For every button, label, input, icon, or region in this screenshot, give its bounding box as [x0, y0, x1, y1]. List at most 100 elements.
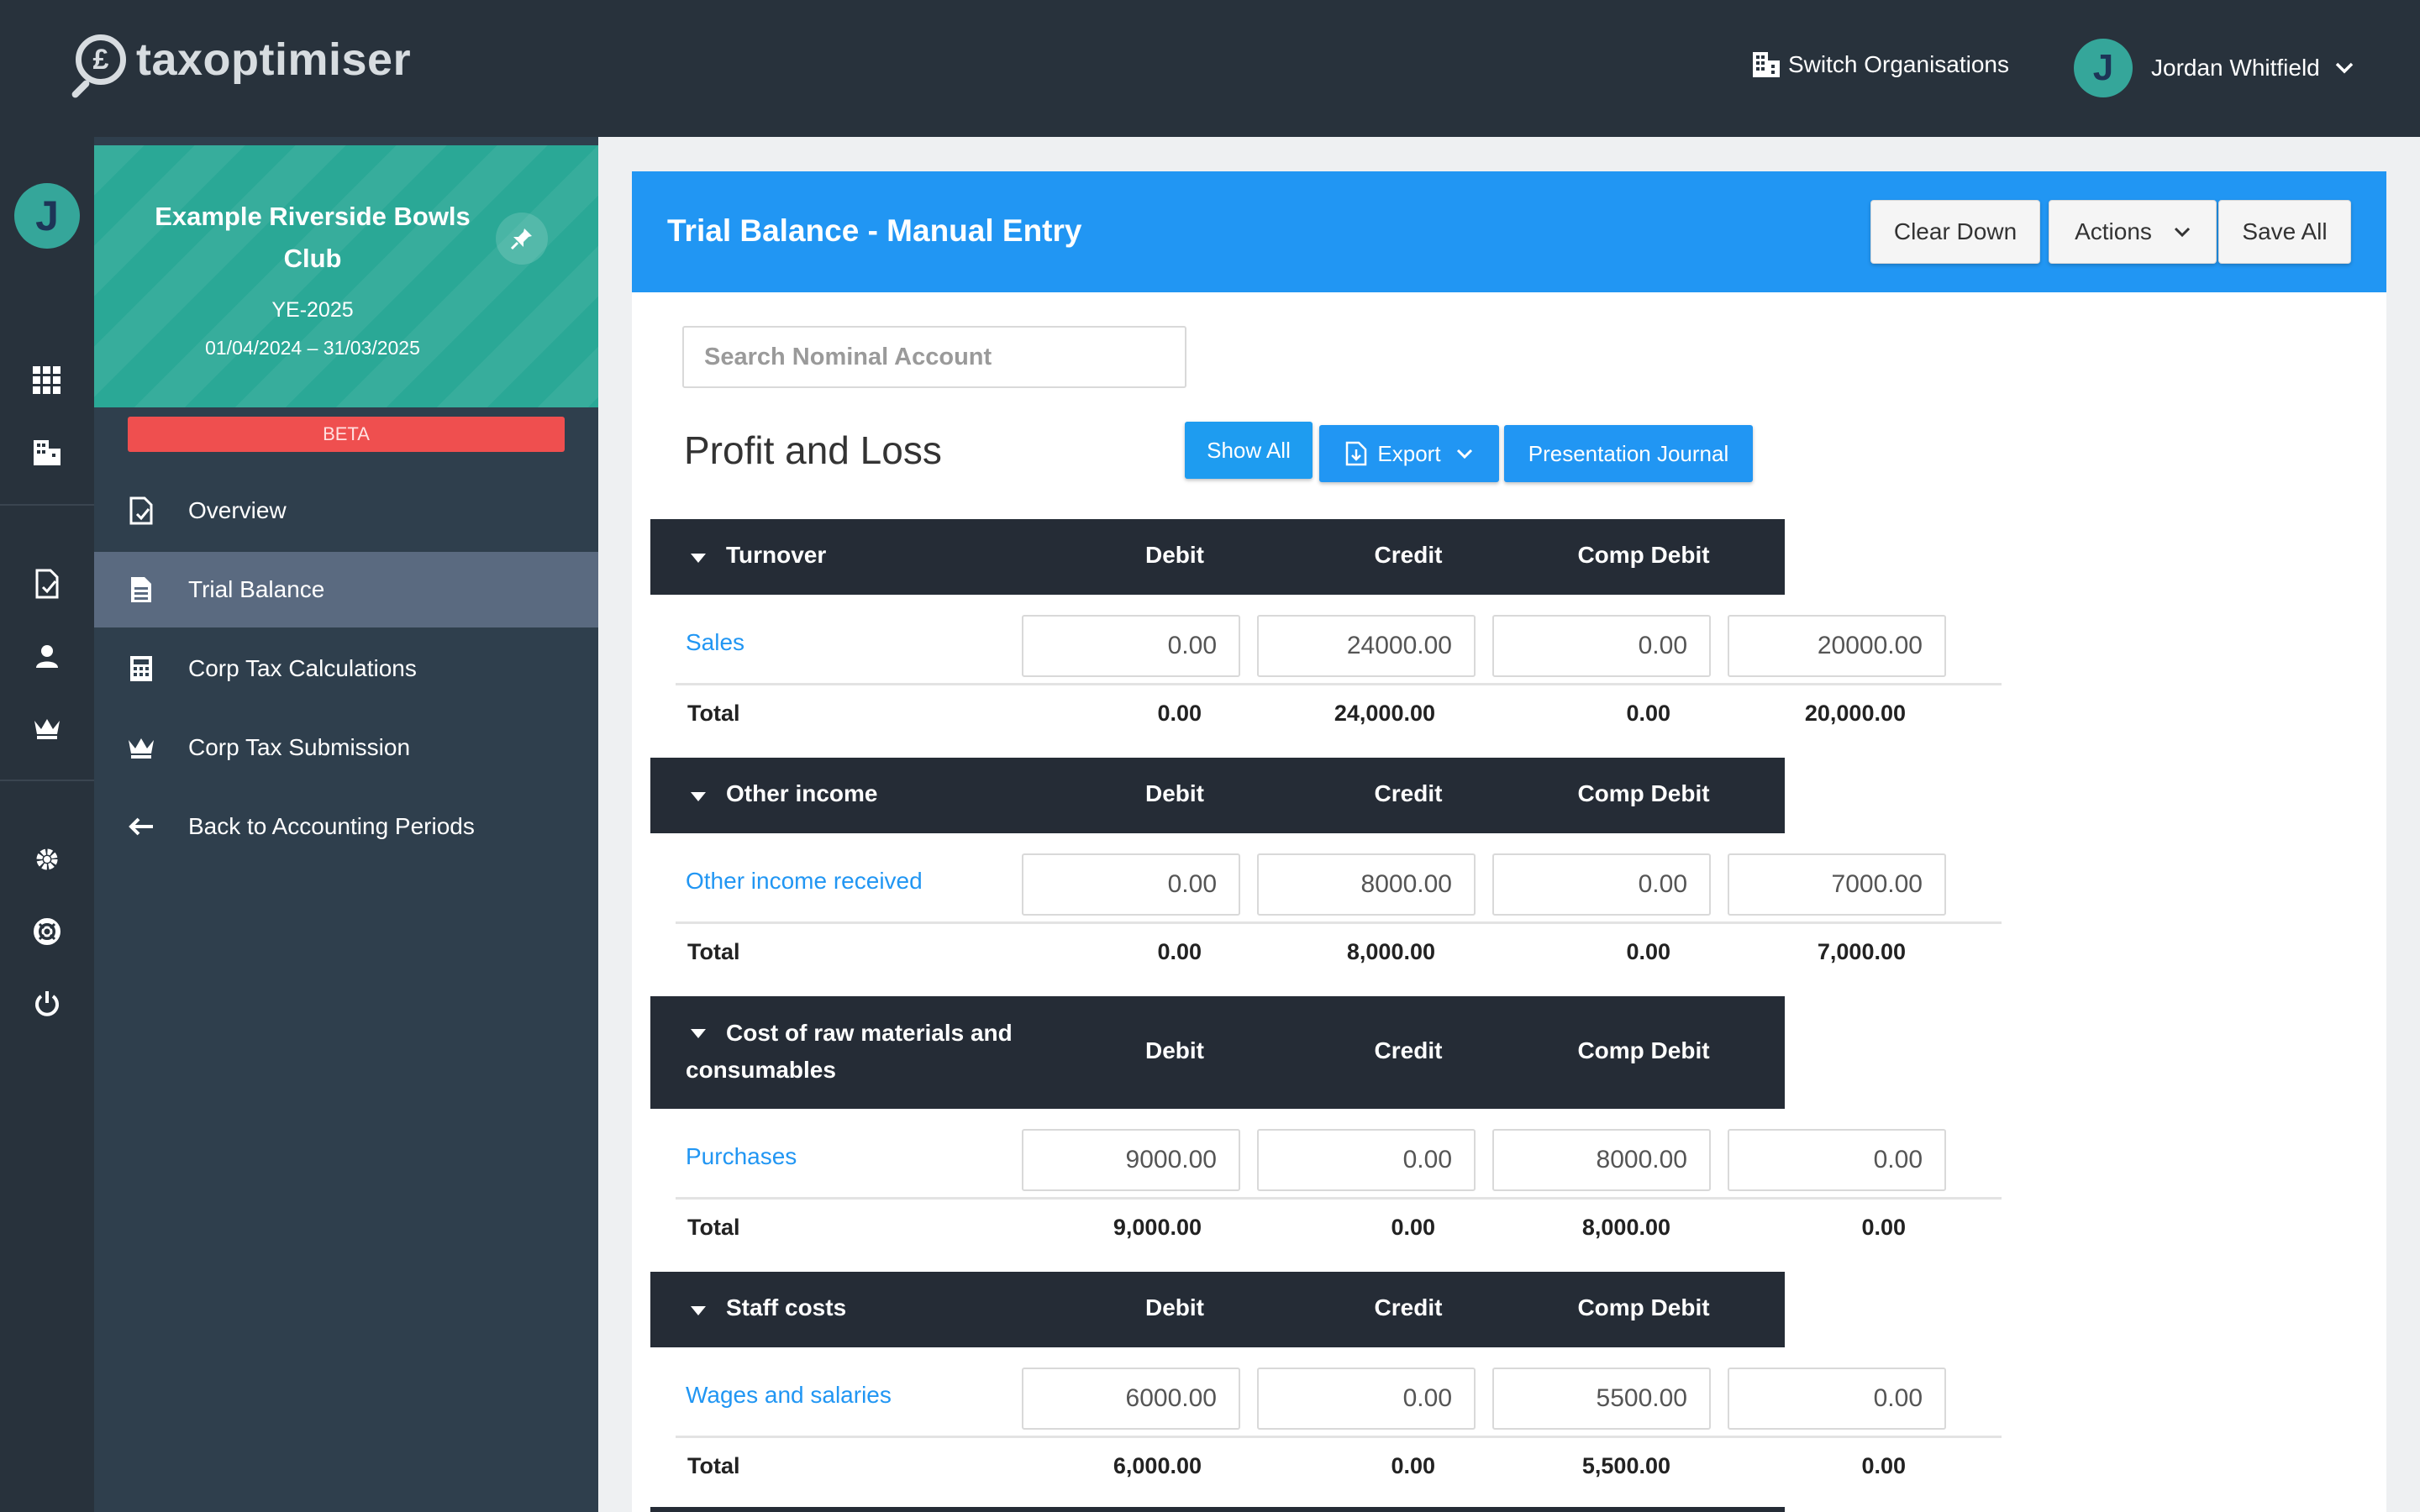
logo-magnifier-icon: £ [76, 34, 126, 85]
chevron-down-icon [1456, 449, 1472, 459]
sidebar-item-label: Trial Balance [188, 576, 325, 602]
caret-down-icon [691, 792, 706, 801]
calculator-icon [124, 652, 158, 685]
user-icon[interactable] [30, 639, 64, 673]
debit-input[interactable]: 9000.00 [1022, 1129, 1240, 1191]
total-debit: 9,000.00 [1113, 1215, 1202, 1240]
group-header-cost-of-raw-materials[interactable]: Cost of raw materials and consumables De… [650, 996, 1785, 1109]
credit-input[interactable]: 0.00 [1257, 1129, 1476, 1191]
period-year: YE-2025 [271, 298, 354, 322]
document-check-icon[interactable] [30, 567, 64, 601]
col-credit: Credit [1374, 1037, 1443, 1063]
building-icon[interactable] [30, 436, 64, 470]
total-comp-debit: 8,000.00 [1581, 1215, 1670, 1240]
chevron-down-icon [2335, 62, 2354, 74]
account-link-purchases[interactable]: Purchases [686, 1143, 797, 1170]
total-comp-credit: 0.00 [1861, 1215, 1906, 1240]
switch-organisations-label: Switch Organisations [1788, 51, 2010, 77]
export-label: Export [1377, 440, 1441, 466]
gear-icon[interactable] [30, 843, 64, 876]
logo-text: taxoptimiser [136, 34, 412, 85]
total-credit: 0.00 [1391, 1453, 1435, 1478]
crown-icon[interactable] [30, 711, 64, 745]
total-comp-credit: 20,000.00 [1804, 701, 1906, 726]
export-button[interactable]: Export [1319, 425, 1499, 482]
col-comp-debit: Comp Debit [1577, 1294, 1710, 1320]
user-menu[interactable]: J Jordan Whitfield [2074, 39, 2354, 97]
col-debit: Debit [1145, 542, 1204, 568]
group-header-staff-costs[interactable]: Staff costs Debit Credit Comp Debit C [650, 1272, 1785, 1347]
save-all-button[interactable]: Save All [2218, 200, 2351, 264]
pin-icon [510, 228, 532, 250]
total-comp-debit: 0.00 [1626, 939, 1670, 964]
sidebar-item-corp-tax-submission[interactable]: Corp Tax Submission [94, 710, 598, 785]
beta-badge: BETA [128, 417, 565, 452]
group-name: Cost of raw materials and consumables [686, 1020, 1013, 1083]
credit-input[interactable]: 0.00 [1257, 1368, 1476, 1430]
total-label: Total [687, 939, 740, 964]
comp-debit-input[interactable]: 8000.00 [1492, 1129, 1711, 1191]
credit-input[interactable]: 8000.00 [1257, 853, 1476, 916]
comp-debit-input[interactable]: 0.00 [1492, 853, 1711, 916]
avatar: J [2074, 39, 2133, 97]
trial-balance-card: Trial Balance - Manual Entry Clear Down … [632, 171, 2386, 1512]
group-header-other-income[interactable]: Other income Debit Credit Comp Debit C [650, 758, 1785, 833]
presentation-journal-button[interactable]: Presentation Journal [1504, 425, 1753, 482]
sidebar-item-back-to-accounting-periods[interactable]: Back to Accounting Periods [94, 789, 598, 864]
col-comp-debit: Comp Debit [1577, 780, 1710, 806]
comp-credit-input[interactable]: 20000.00 [1728, 615, 1946, 677]
account-link-sales[interactable]: Sales [686, 629, 744, 656]
comp-debit-input[interactable]: 0.00 [1492, 615, 1711, 677]
comp-debit-input[interactable]: 5500.00 [1492, 1368, 1711, 1430]
lifebuoy-icon[interactable] [30, 915, 64, 948]
sidebar-item-label: Overview [188, 497, 287, 523]
sidebar-item-trial-balance[interactable]: Trial Balance [94, 552, 598, 627]
col-debit: Debit [1145, 1037, 1204, 1063]
total-comp-debit: 5,500.00 [1581, 1453, 1670, 1478]
sidebar-item-corp-tax-calculations[interactable]: Corp Tax Calculations [94, 631, 598, 706]
account-link-wages-and-salaries[interactable]: Wages and salaries [686, 1382, 892, 1409]
rail-divider [0, 780, 94, 781]
download-file-icon [1346, 441, 1367, 466]
total-label: Total [687, 1215, 740, 1240]
crown-icon [124, 731, 158, 764]
show-all-button[interactable]: Show All [1185, 422, 1313, 479]
total-comp-credit: 7,000.00 [1817, 939, 1906, 964]
comp-credit-input[interactable]: 0.00 [1728, 1129, 1946, 1191]
top-bar: £ taxoptimiser Switch Organisations J Jo… [0, 0, 2420, 137]
ledger-icon [124, 573, 158, 606]
card-header: Trial Balance - Manual Entry Clear Down … [632, 171, 2386, 292]
switch-organisations-link[interactable]: Switch Organisations [1751, 50, 2009, 79]
debit-input[interactable]: 0.00 [1022, 853, 1240, 916]
sidebar-item-overview[interactable]: Overview [94, 473, 598, 549]
comp-credit-input[interactable]: 0.00 [1728, 1368, 1946, 1430]
debit-input[interactable]: 0.00 [1022, 615, 1240, 677]
actions-button[interactable]: Actions [2049, 200, 2217, 264]
organisation-name: Example Riverside Bowls Club [155, 202, 471, 273]
total-debit: 0.00 [1157, 701, 1202, 726]
logo[interactable]: £ taxoptimiser [76, 34, 411, 86]
period-dates: 01/04/2024 – 31/03/2025 [205, 337, 420, 359]
debit-input[interactable]: 6000.00 [1022, 1368, 1240, 1430]
account-link-other-income-received[interactable]: Other income received [686, 868, 923, 895]
actions-label: Actions [2075, 218, 2152, 244]
search-input[interactable] [682, 326, 1186, 388]
section-title: Profit and Loss [684, 428, 942, 472]
comp-credit-input[interactable]: 7000.00 [1728, 853, 1946, 916]
row-divider [676, 683, 2002, 685]
pin-button[interactable] [496, 213, 548, 265]
user-name: Jordan Whitfield [2151, 55, 2320, 81]
rail-avatar[interactable]: J [14, 183, 80, 249]
clear-down-button[interactable]: Clear Down [1870, 200, 2040, 264]
sidebar-item-label: Back to Accounting Periods [188, 813, 475, 839]
row-divider [676, 1197, 2002, 1200]
col-comp-debit: Comp Debit [1577, 542, 1710, 568]
col-debit: Debit [1145, 780, 1204, 806]
total-debit: 0.00 [1157, 939, 1202, 964]
group-header-turnover[interactable]: Turnover Debit Credit Comp Debit C [650, 519, 1785, 595]
power-icon[interactable] [30, 987, 64, 1021]
credit-input[interactable]: 24000.00 [1257, 615, 1476, 677]
chevron-down-icon [2174, 227, 2190, 237]
total-label: Total [687, 1453, 740, 1478]
grid-icon[interactable] [30, 364, 64, 397]
